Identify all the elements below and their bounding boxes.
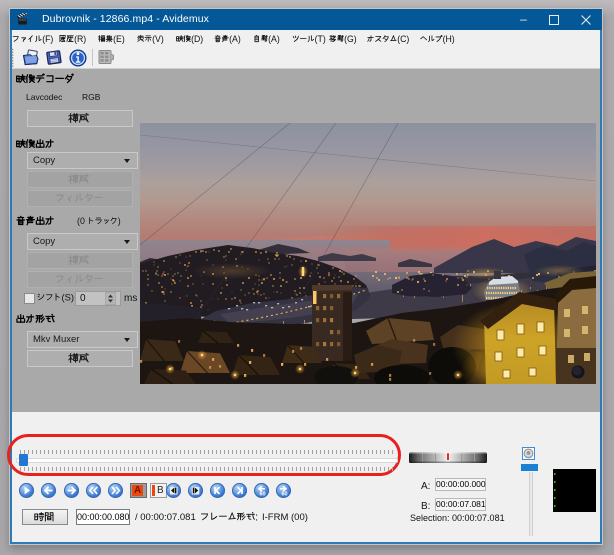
svg-text::: : bbox=[255, 512, 258, 524]
svg-text:(0: (0 bbox=[77, 216, 85, 226]
svg-text:(H): (H) bbox=[443, 34, 455, 44]
svg-text:(R): (R) bbox=[74, 34, 86, 44]
svg-text:(V): (V) bbox=[152, 34, 164, 44]
svg-text:(F): (F) bbox=[42, 34, 53, 44]
svg-text:): ) bbox=[118, 216, 121, 226]
svg-text:(G): (G) bbox=[344, 34, 357, 44]
svg-text:(E): (E) bbox=[113, 34, 125, 44]
svg-text:(C): (C) bbox=[397, 34, 409, 44]
svg-text:60: 60 bbox=[259, 492, 265, 498]
svg-text:(A): (A) bbox=[268, 34, 280, 44]
svg-text:(A): (A) bbox=[229, 34, 241, 44]
svg-text:60: 60 bbox=[281, 492, 287, 498]
svg-text:(T): (T) bbox=[315, 34, 326, 44]
svg-text:(D): (D) bbox=[191, 34, 203, 44]
